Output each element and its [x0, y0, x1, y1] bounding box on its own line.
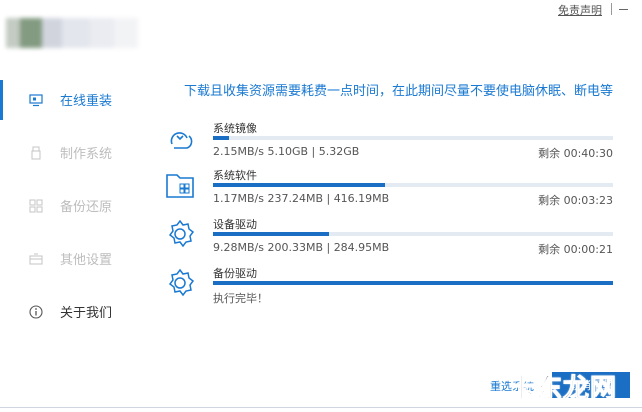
download-notice: 下载且收集资源需要耗费一点时间，在此期间尽量不要使电脑休眠、断电等	[184, 84, 614, 99]
app-logo	[6, 18, 138, 48]
task-name: 备份驱动	[213, 267, 257, 280]
sidebar-item-label: 其他设置	[60, 253, 113, 268]
sidebar-item-label: 制作系统	[60, 147, 113, 162]
watermark: 卡东龙网	[508, 374, 618, 405]
task-remaining: 剩余 00:40:30	[538, 147, 613, 160]
title-divider	[611, 3, 612, 15]
task-name: 设备驱动	[213, 218, 257, 231]
info-icon	[29, 304, 43, 319]
task-remaining: 剩余 00:03:23	[538, 194, 613, 207]
gear-icon	[164, 267, 196, 299]
sidebar-item-about-us[interactable]: 关于我们	[0, 285, 150, 338]
task-stats: 1.17MB/s 237.24MB | 416.19MB	[213, 192, 390, 205]
task-name: 系统软件	[213, 169, 257, 182]
task-remaining: 剩余 00:00:21	[538, 243, 613, 256]
disclaimer-link[interactable]: 免责声明	[558, 2, 602, 18]
task-backup-driver: 备份驱动 执行完毕！	[164, 265, 616, 309]
progress-bar	[213, 281, 613, 285]
usb-icon	[29, 146, 43, 160]
progress-bar	[213, 183, 613, 187]
sidebar-item-online-reinstall[interactable]: 在线重装	[0, 73, 150, 126]
sidebar: 在线重装 制作系统 备份还原 其他设置 关于我们	[0, 73, 150, 338]
box-icon	[29, 252, 43, 266]
progress-bar	[213, 232, 613, 236]
sidebar-item-label: 在线重装	[60, 94, 113, 109]
sidebar-item-other-settings[interactable]: 其他设置	[0, 232, 150, 285]
task-system-image: 系统镜像 2.15MB/s 5.10GB | 5.32GB 剩余 00:40:3…	[164, 120, 616, 164]
grid-icon	[29, 199, 43, 213]
gear-icon	[164, 218, 196, 250]
task-system-software: 系统软件 1.17MB/s 237.24MB | 416.19MB 剩余 00:…	[164, 167, 616, 211]
task-stats: 执行完毕！	[213, 292, 268, 305]
sidebar-item-backup-restore[interactable]: 备份还原	[0, 179, 150, 232]
sidebar-item-make-system[interactable]: 制作系统	[0, 126, 150, 179]
progress-bar	[213, 136, 613, 140]
task-stats: 2.15MB/s 5.10GB | 5.32GB	[213, 145, 360, 158]
app-folder-icon	[164, 169, 196, 201]
monitor-icon	[29, 93, 43, 107]
sidebar-item-label: 备份还原	[60, 200, 113, 215]
task-device-driver: 设备驱动 9.28MB/s 200.33MB | 284.95MB 剩余 00:…	[164, 216, 616, 260]
task-name: 系统镜像	[213, 122, 257, 135]
task-stats: 9.28MB/s 200.33MB | 284.95MB	[213, 241, 390, 254]
sidebar-item-label: 关于我们	[60, 306, 113, 321]
bottom-divider	[0, 407, 642, 408]
download-cloud-icon	[164, 122, 196, 154]
minimize-icon[interactable]	[619, 9, 628, 10]
